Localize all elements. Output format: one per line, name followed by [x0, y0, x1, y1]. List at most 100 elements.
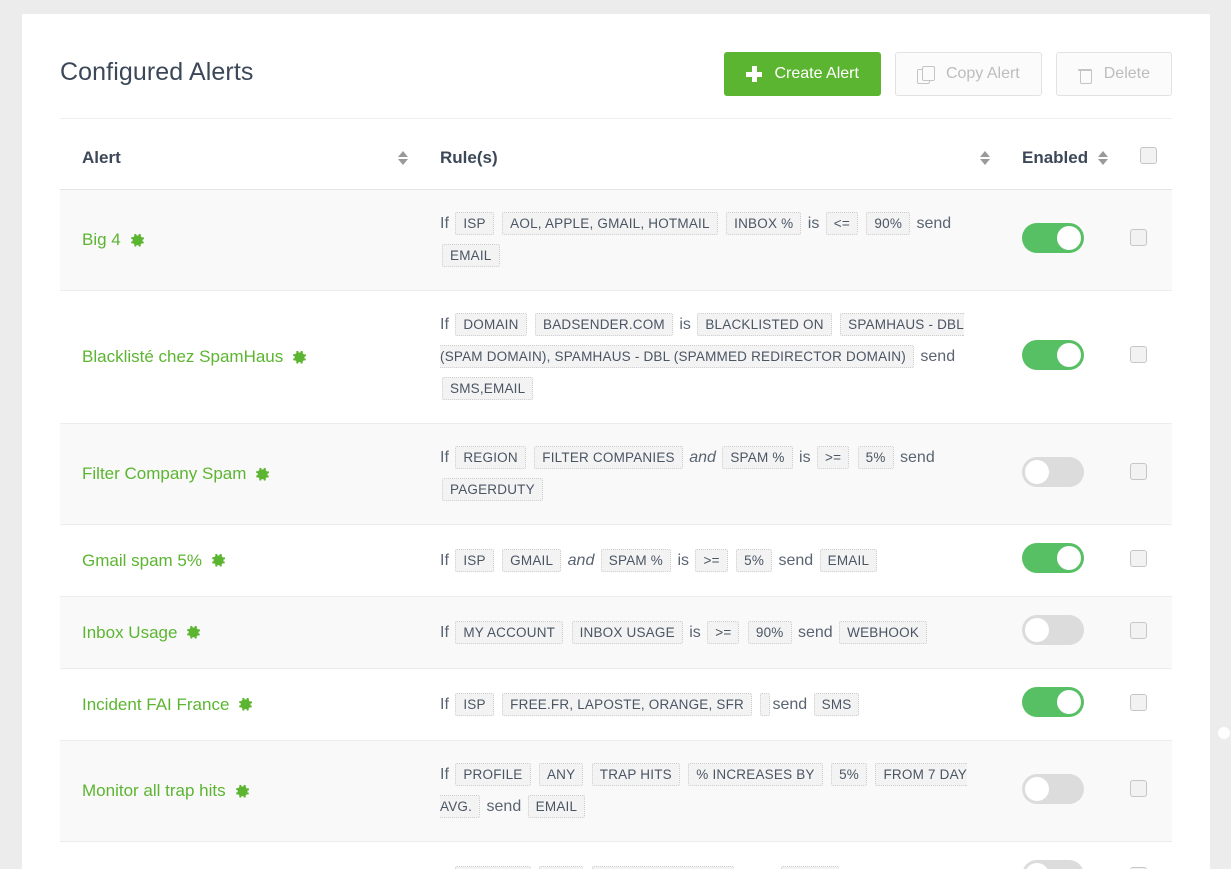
cell-alert-name: Filter Company Spam — [60, 423, 418, 525]
sort-icon-rules[interactable] — [980, 151, 990, 165]
alert-name-link[interactable]: Incident FAI France — [82, 695, 253, 715]
select-all-checkbox[interactable] — [1140, 147, 1157, 164]
gear-icon[interactable] — [292, 350, 307, 365]
rule-token: 5% — [736, 548, 773, 572]
cell-enabled — [1000, 740, 1118, 842]
alerts-table: Alert Rule(s) Enabled Big 4 If ISP AOL, … — [60, 119, 1172, 869]
rule-connector: send — [772, 695, 808, 713]
gear-icon[interactable] — [235, 784, 250, 799]
gear-icon[interactable] — [211, 553, 226, 568]
rule-token: WEBHOOK — [839, 620, 928, 644]
delete-button[interactable]: Delete — [1055, 52, 1172, 96]
table-row: Gmail spam 5% If ISP GMAIL and SPAM % is … — [60, 524, 1172, 597]
rule-token: BLACKLISTED ON — [697, 313, 832, 336]
toggle-knob — [1025, 459, 1049, 484]
enabled-toggle[interactable] — [1022, 615, 1084, 645]
column-header-select-all — [1118, 119, 1172, 190]
enabled-toggle[interactable] — [1022, 456, 1084, 487]
cell-select — [1118, 841, 1172, 869]
table-row: Big 4 If ISP AOL, APPLE, GMAIL, HOTMAIL I… — [60, 189, 1172, 291]
column-header-alert[interactable]: Alert — [60, 119, 418, 190]
header-button-group: Create Alert Copy Alert Delete — [724, 52, 1172, 96]
alert-name-link[interactable]: Blacklisté chez SpamHaus — [82, 347, 307, 367]
enabled-toggle[interactable] — [1022, 543, 1084, 573]
row-select-checkbox[interactable] — [1130, 621, 1147, 639]
gear-icon[interactable] — [130, 233, 145, 248]
create-alert-label: Create Alert — [774, 65, 859, 82]
column-header-rules[interactable]: Rule(s) — [418, 119, 1000, 190]
table-row: Monitor RDNSIf PROFILE ANY HAS RDNS ISSU… — [60, 841, 1172, 869]
rule-connector: and — [567, 551, 595, 569]
scrollbar-indicator[interactable] — [1218, 727, 1230, 739]
alert-name-link[interactable]: Monitor all trap hits — [82, 781, 250, 801]
toggle-knob — [1057, 225, 1081, 250]
toggle-knob — [1025, 618, 1049, 642]
rule-token: FILTER COMPANIES — [534, 446, 683, 469]
enabled-toggle[interactable] — [1022, 339, 1084, 370]
rule-connector: is — [799, 449, 811, 466]
sort-icon-enabled[interactable] — [1098, 151, 1109, 165]
cell-rule: If MY ACCOUNT INBOX USAGE is >= 90% send… — [418, 596, 1000, 669]
rule-token: REGION — [455, 446, 526, 469]
rule-token: EMAIL — [819, 548, 878, 572]
cell-alert-name: Incident FAI France — [60, 668, 418, 741]
enabled-toggle[interactable] — [1022, 687, 1084, 717]
row-select-checkbox[interactable] — [1130, 463, 1147, 480]
alert-name-link[interactable]: Filter Company Spam — [82, 464, 270, 484]
cell-enabled — [1000, 841, 1118, 869]
cell-enabled — [1000, 189, 1118, 291]
enabled-toggle[interactable] — [1022, 860, 1084, 869]
cell-rule: If DOMAIN BADSENDER.COM is BLACKLISTED O… — [418, 290, 1000, 424]
copy-alert-button[interactable]: Copy Alert — [894, 52, 1042, 96]
rule-token: >= — [695, 548, 728, 572]
table-row: Incident FAI France If ISP FREE.FR, LAPOS… — [60, 668, 1172, 741]
cell-enabled — [1000, 668, 1118, 741]
rule-connector: If — [440, 551, 449, 569]
rule-token: ANY — [538, 763, 584, 786]
rule-connector: is — [679, 316, 691, 333]
gear-icon[interactable] — [255, 467, 270, 482]
table-head: Alert Rule(s) Enabled — [60, 119, 1172, 190]
enabled-toggle[interactable] — [1022, 222, 1084, 253]
rule-connector: send — [778, 551, 814, 569]
rule-token: BADSENDER.COM — [535, 313, 673, 336]
sort-icon-alert[interactable] — [398, 151, 408, 165]
rule-token: <= — [825, 212, 858, 235]
cell-enabled — [1000, 423, 1118, 525]
gear-icon[interactable] — [238, 697, 253, 712]
alert-name-label: Big 4 — [82, 230, 121, 249]
alert-name-link[interactable]: Inbox Usage — [82, 623, 201, 643]
rule-token: PAGERDUTY — [442, 478, 543, 501]
rule-token: 90% — [866, 212, 911, 235]
rule-connector: send — [900, 449, 935, 466]
alert-name-label: Monitor all trap hits — [82, 781, 226, 800]
rule-token — [760, 692, 771, 716]
row-select-checkbox[interactable] — [1130, 549, 1147, 567]
cell-alert-name: Monitor all trap hits — [60, 740, 418, 842]
enabled-toggle[interactable] — [1022, 773, 1084, 804]
rule-connector: send — [920, 348, 956, 365]
cell-rule: If PROFILE ANY HAS RDNS ISSUES send EMAI… — [418, 841, 1000, 869]
alert-name-link[interactable]: Gmail spam 5% — [82, 551, 226, 571]
cell-select — [1118, 290, 1172, 424]
gear-icon[interactable] — [186, 625, 201, 640]
cell-select — [1118, 524, 1172, 597]
column-header-enabled[interactable]: Enabled — [1000, 119, 1118, 190]
rule-token: HAS RDNS ISSUES — [591, 865, 734, 869]
alert-name-label: Filter Company Spam — [82, 464, 247, 483]
row-select-checkbox[interactable] — [1130, 346, 1147, 363]
cell-alert-name: Gmail spam 5% — [60, 524, 418, 597]
cell-rule: If PROFILE ANY TRAP HITS % INCREASES BY … — [418, 740, 1000, 842]
rule-token: 5% — [831, 763, 868, 786]
rule-token: FREE.FR, LAPOSTE, ORANGE, SFR — [502, 692, 753, 716]
row-select-checkbox[interactable] — [1130, 780, 1147, 797]
create-alert-button[interactable]: Create Alert — [724, 52, 881, 96]
cell-rule: If ISP GMAIL and SPAM % is >= 5% send EM… — [418, 524, 1000, 597]
row-select-checkbox[interactable] — [1130, 693, 1147, 711]
row-select-checkbox[interactable] — [1130, 229, 1147, 246]
page-title: Configured Alerts — [60, 58, 254, 86]
column-label-alert: Alert — [82, 148, 121, 167]
rule-token: 5% — [857, 446, 894, 469]
page-background: Configured Alerts Create Alert Copy Aler… — [0, 0, 1231, 869]
alert-name-link[interactable]: Big 4 — [82, 230, 145, 250]
